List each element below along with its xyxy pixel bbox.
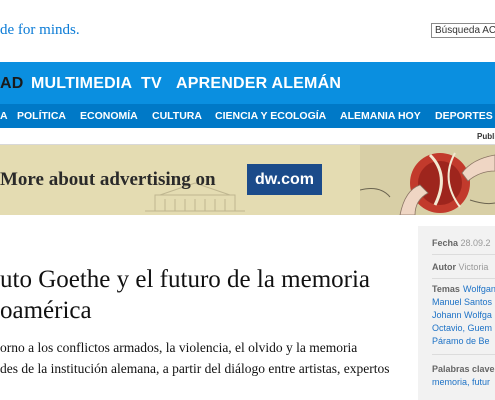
meta-author-label: Autor: [432, 262, 456, 272]
main-nav-item-tv[interactable]: TV: [141, 75, 162, 93]
utility-strip: Publi: [0, 128, 495, 145]
sub-nav-item-cultura[interactable]: CULTURA: [152, 110, 202, 122]
keyword-link[interactable]: memoria, futur: [432, 377, 490, 387]
main-nav-item-multimedia[interactable]: MULTIMEDIA: [31, 75, 132, 93]
article-headline: uto Goethe y el futuro de la memoria oam…: [0, 264, 410, 326]
topic-link[interactable]: Johann Wolfga: [432, 310, 492, 320]
sub-nav-item-alemania-hoy[interactable]: ALEMANIA HOY: [340, 110, 421, 122]
meta-keywords: Palabras clave: [432, 364, 495, 374]
topic-link[interactable]: Wolfgan: [463, 284, 495, 294]
sub-nav-item-ciencia-y-ecologia[interactable]: CIENCIA Y ECOLOGÍA: [215, 110, 326, 122]
utility-link[interactable]: Publi: [477, 132, 495, 141]
ad-banner[interactable]: More about advertising on dw.com: [0, 145, 495, 215]
meta-keywords-label: Palabras clave: [432, 364, 495, 374]
banner-text[interactable]: More about advertising on: [0, 169, 216, 191]
meta-author: Autor Victoria: [432, 262, 488, 272]
main-nav-item-active[interactable]: AD: [0, 75, 24, 93]
sub-nav-item-deportes[interactable]: DEPORTES: [435, 110, 493, 122]
article-meta-sidebar: Fecha 28.09.2 Autor Victoria Temas Wolfg…: [418, 226, 495, 400]
headline-line: oamérica: [0, 297, 92, 324]
meta-date-value: 28.09.2: [460, 238, 491, 248]
sub-nav-item-economia[interactable]: ECONOMÍA: [80, 110, 138, 122]
meta-divider: [432, 354, 495, 355]
topic-link[interactable]: Octavio, Guem: [432, 323, 492, 333]
top-bar: de for minds. Búsqueda ACT: [0, 0, 495, 62]
article-lead: orno a los conflictos armados, la violen…: [0, 337, 415, 379]
sub-nav-item-partial[interactable]: A: [0, 110, 8, 122]
meta-date-label: Fecha: [432, 238, 459, 248]
meta-author-value: Victoria: [458, 262, 489, 272]
meta-divider: [432, 278, 495, 279]
meta-topics-label: Temas: [432, 284, 460, 294]
banner-domain-badge[interactable]: dw.com: [247, 164, 322, 195]
meta-topics: Temas Wolfgan: [432, 284, 495, 294]
banner-hands-illustration: [360, 145, 495, 215]
site-tagline[interactable]: de for minds.: [0, 22, 80, 39]
page: de for minds. Búsqueda ACT AD MULTIMEDIA…: [0, 0, 495, 400]
search-input[interactable]: Búsqueda ACT: [431, 23, 495, 38]
lead-line: des de la institución alemana, a partir …: [0, 361, 390, 376]
meta-divider: [432, 254, 495, 255]
meta-date: Fecha 28.09.2: [432, 238, 491, 248]
headline-line: uto Goethe y el futuro de la memoria: [0, 266, 371, 293]
sub-nav: A POLÍTICA ECONOMÍA CULTURA CIENCIA Y EC…: [0, 104, 495, 128]
main-nav: AD MULTIMEDIA TV APRENDER ALEMÁN: [0, 62, 495, 104]
topic-link[interactable]: Manuel Santos: [432, 297, 492, 307]
topic-link[interactable]: Páramo de Be: [432, 336, 490, 346]
lead-line: orno a los conflictos armados, la violen…: [0, 340, 358, 355]
sub-nav-item-politica[interactable]: POLÍTICA: [17, 110, 66, 122]
main-nav-item-aprender-aleman[interactable]: APRENDER ALEMÁN: [176, 75, 341, 93]
